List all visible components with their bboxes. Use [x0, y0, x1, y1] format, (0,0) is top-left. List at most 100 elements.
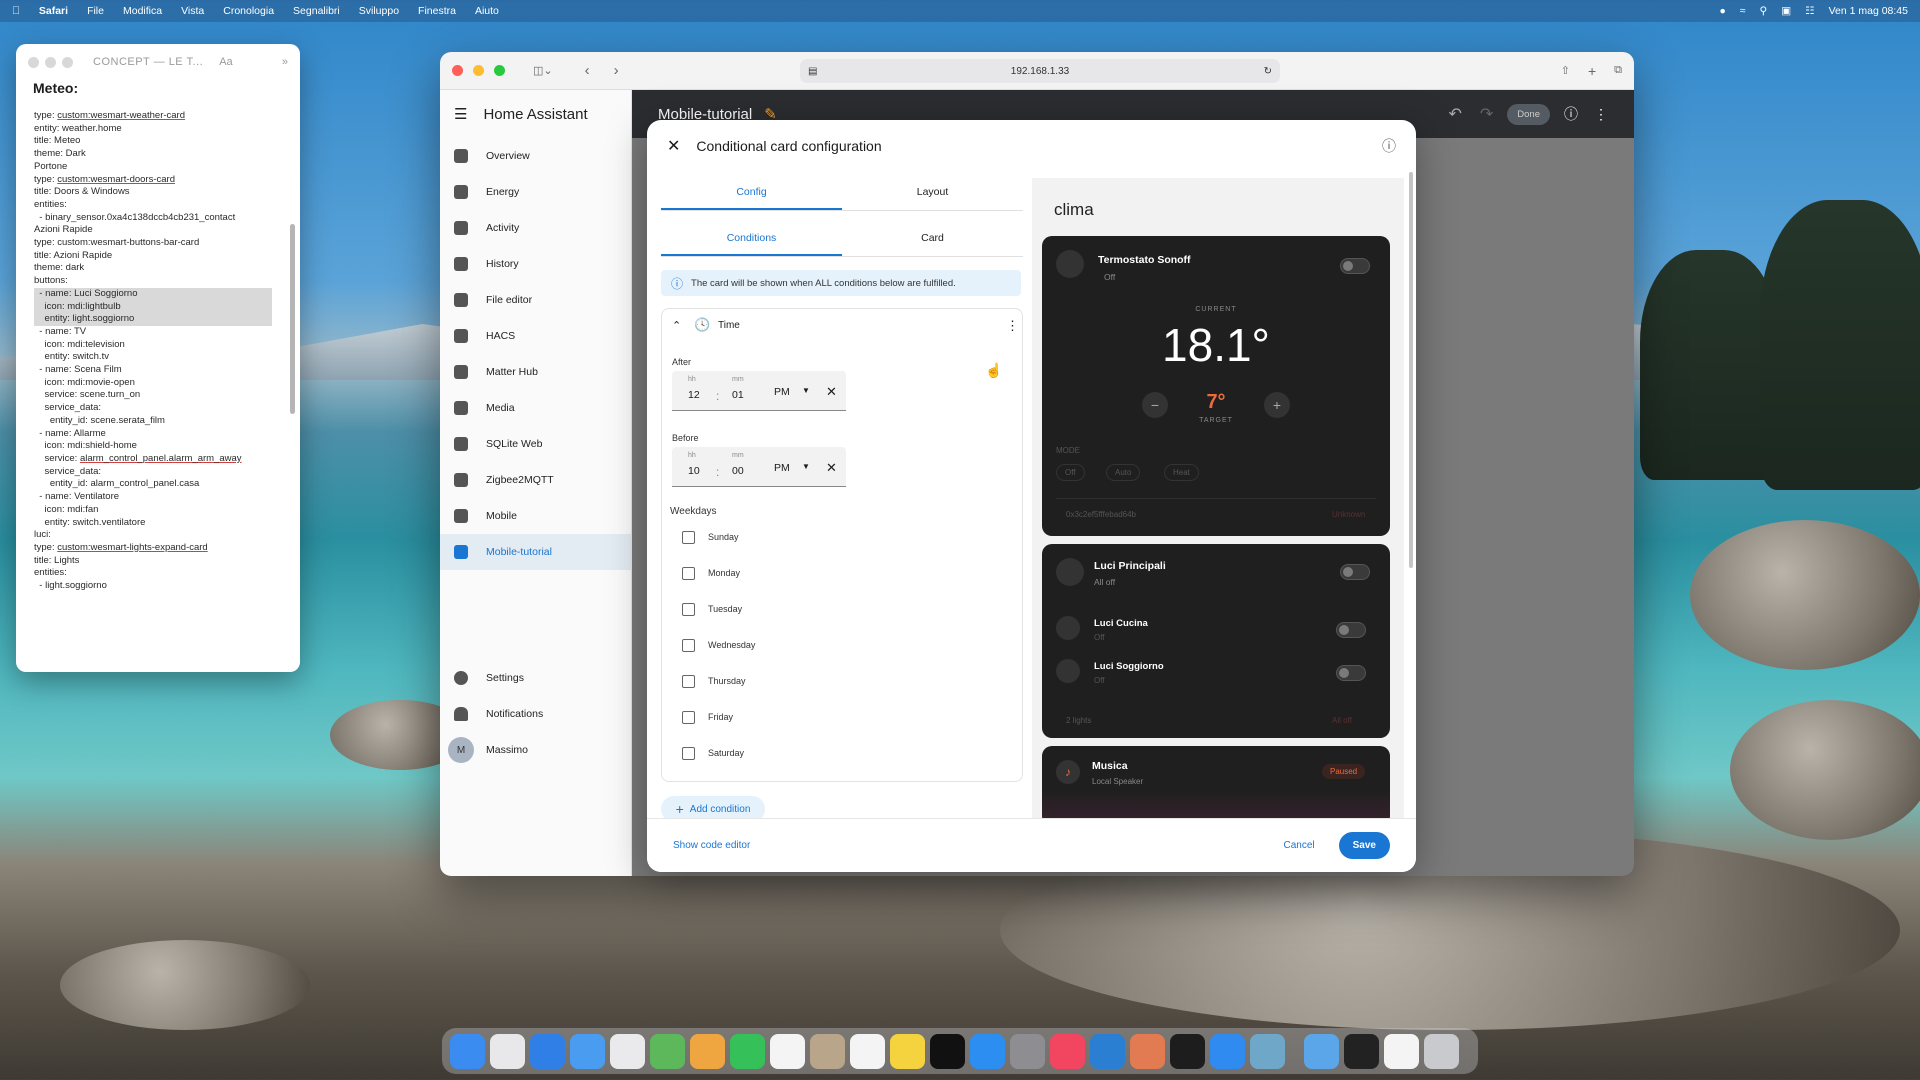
tab-conditions[interactable]: Conditions — [661, 218, 842, 256]
facetime-icon[interactable] — [730, 1033, 765, 1069]
font-button[interactable]: Aa — [219, 56, 232, 68]
before-ampm-select[interactable]: PM — [774, 462, 790, 474]
display-icon[interactable]: ▣ — [1781, 5, 1791, 17]
menu-icon[interactable]: ☰ — [454, 105, 467, 123]
finder-icon[interactable] — [450, 1033, 485, 1069]
tabs-overview-icon[interactable]: ⧉ — [1614, 64, 1622, 77]
sidebar-item-file-editor[interactable]: File editor — [440, 282, 631, 318]
help-icon[interactable]: ⓘ — [1564, 104, 1578, 124]
contacts-icon[interactable] — [810, 1033, 845, 1069]
undo-icon[interactable]: ↶ — [1448, 104, 1461, 124]
mode-heat-chip[interactable]: Heat — [1164, 464, 1199, 481]
sidebar-item-activity[interactable]: Activity — [440, 210, 631, 246]
note-body[interactable]: type: custom:wesmart-weather-card entity:… — [16, 106, 300, 597]
maps-icon[interactable] — [650, 1033, 685, 1069]
cancel-button[interactable]: Cancel — [1284, 840, 1315, 851]
tv-icon[interactable] — [930, 1033, 965, 1069]
close-button[interactable] — [28, 56, 39, 68]
after-minutes[interactable]: 01 — [732, 389, 744, 401]
tab-layout[interactable]: Layout — [842, 172, 1023, 210]
wifi-icon[interactable]: ≈ — [1740, 5, 1746, 17]
zoom-button[interactable] — [494, 65, 505, 76]
search-icon[interactable]: ⚲ — [1760, 5, 1768, 17]
sidebar-item-notifications[interactable]: Notifications — [440, 696, 631, 732]
sidebar-item-history[interactable]: History — [440, 246, 631, 282]
safari-icon[interactable] — [530, 1033, 565, 1069]
done-button[interactable]: Done — [1507, 103, 1550, 125]
more-icon[interactable]: ⋮ — [1006, 318, 1019, 334]
menu-item-cronologia[interactable]: Cronologia — [223, 5, 274, 17]
appstore-icon[interactable] — [970, 1033, 1005, 1069]
vscode-icon[interactable] — [1090, 1033, 1125, 1069]
share-icon[interactable]: ⇧ — [1561, 64, 1570, 77]
minimize-button[interactable] — [473, 65, 484, 76]
tab-card[interactable]: Card — [842, 218, 1023, 256]
clear-icon[interactable]: ✕ — [826, 460, 837, 476]
sidebar-toggle-icon[interactable]: ◫⌄ — [533, 64, 553, 77]
music-icon[interactable] — [1050, 1033, 1085, 1069]
checkbox-friday[interactable] — [682, 711, 695, 724]
help-icon[interactable]: ⓘ — [1382, 136, 1396, 156]
music-card[interactable]: ♪ Musica Local Speaker Paused — [1042, 746, 1390, 818]
clear-icon[interactable]: ✕ — [826, 384, 837, 400]
sidebar-item-mobile-tutorial[interactable]: Mobile-tutorial — [440, 534, 631, 570]
forward-icon[interactable]: › — [614, 62, 619, 79]
photos-icon[interactable] — [690, 1033, 725, 1069]
dropdown-icon[interactable]: ▼ — [802, 462, 810, 471]
tab-config[interactable]: Config — [661, 172, 842, 210]
control-center-icon[interactable]: ☷ — [1805, 5, 1814, 17]
save-button[interactable]: Save — [1338, 832, 1390, 859]
preview-icon[interactable] — [1250, 1033, 1285, 1069]
sidebar-item-sqlite-web[interactable]: SQLite Web — [440, 426, 631, 462]
show-code-editor-button[interactable]: Show code editor — [673, 840, 750, 851]
sidebar-item-zigbee2mqtt[interactable]: Zigbee2MQTT — [440, 462, 631, 498]
after-hours[interactable]: 12 — [688, 389, 700, 401]
mail-icon[interactable] — [570, 1033, 605, 1069]
window-icon[interactable] — [1344, 1033, 1379, 1069]
apple-icon[interactable]:  — [12, 5, 20, 17]
reminders-icon[interactable] — [850, 1033, 885, 1069]
light-item-toggle[interactable] — [1336, 665, 1366, 681]
expand-icon[interactable]: » — [282, 56, 288, 68]
menu-item-segnalibri[interactable]: Segnalibri — [293, 5, 340, 17]
menu-item-finestra[interactable]: Finestra — [418, 5, 456, 17]
menu-item-modifica[interactable]: Modifica — [123, 5, 162, 17]
checkbox-thursday[interactable] — [682, 675, 695, 688]
close-icon[interactable]: ✕ — [667, 136, 680, 156]
new-tab-icon[interactable]: + — [1588, 63, 1596, 79]
mail-alt-icon[interactable] — [610, 1033, 645, 1069]
calendar-icon[interactable] — [770, 1033, 805, 1069]
increase-button[interactable]: + — [1264, 392, 1290, 418]
trash-icon[interactable] — [1424, 1033, 1459, 1069]
menu-item-file[interactable]: File — [87, 5, 104, 17]
reload-icon[interactable]: ↻ — [1264, 66, 1272, 77]
menu-item-vista[interactable]: Vista — [181, 5, 204, 17]
sidebar-item-settings[interactable]: Settings — [440, 660, 631, 696]
back-icon[interactable]: ‹ — [585, 62, 590, 79]
light-item-toggle[interactable] — [1336, 622, 1366, 638]
menu-item-sviluppo[interactable]: Sviluppo — [359, 5, 399, 17]
more-icon[interactable]: ⋮ — [1594, 106, 1608, 123]
mode-auto-chip[interactable]: Auto — [1106, 464, 1141, 481]
settings-icon[interactable] — [1010, 1033, 1045, 1069]
sidebar-item-energy[interactable]: Energy — [440, 174, 631, 210]
xcode-icon[interactable] — [1210, 1033, 1245, 1069]
sidebar-item-overview[interactable]: Overview — [440, 138, 631, 174]
sidebar-item-mobile[interactable]: Mobile — [440, 498, 631, 534]
thermostat-toggle[interactable] — [1340, 258, 1370, 274]
checkbox-tuesday[interactable] — [682, 603, 695, 616]
document-icon[interactable] — [1384, 1033, 1419, 1069]
thermostat-card[interactable]: Termostato Sonoff Off CURRENT 18.1° − 7°… — [1042, 236, 1390, 536]
checkbox-wednesday[interactable] — [682, 639, 695, 652]
sidebar-item-hacs[interactable]: HACS — [440, 318, 631, 354]
launchpad-icon[interactable] — [490, 1033, 525, 1069]
sidebar-item-user[interactable]: M Massimo — [440, 732, 631, 768]
zoom-button[interactable] — [62, 56, 73, 68]
dropdown-icon[interactable]: ▼ — [802, 386, 810, 395]
after-ampm-select[interactable]: PM — [774, 386, 790, 398]
close-button[interactable] — [452, 65, 463, 76]
menu-app-name[interactable]: Safari — [39, 5, 68, 17]
sidebar-item-matter-hub[interactable]: Matter Hub — [440, 354, 631, 390]
address-bar[interactable]: ▤ 192.168.1.33 ↻ — [800, 59, 1280, 83]
checkbox-sunday[interactable] — [682, 531, 695, 544]
